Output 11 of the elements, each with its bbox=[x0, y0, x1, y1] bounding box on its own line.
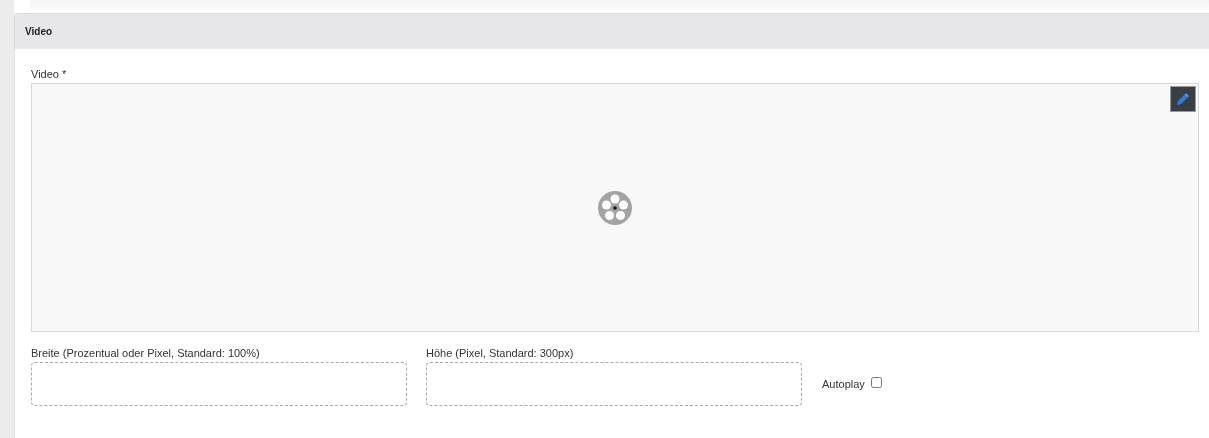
input-field[interactable] bbox=[31, 362, 407, 406]
autoplay-checkbox[interactable] bbox=[870, 377, 882, 388]
input-field[interactable] bbox=[426, 362, 802, 406]
edit-button[interactable] bbox=[1170, 86, 1196, 112]
pencil-icon bbox=[1174, 90, 1192, 108]
field-label: Höhe (Pixel, Standard: 300px) bbox=[426, 347, 575, 359]
panel-title: Video bbox=[15, 14, 1209, 49]
field-label: Video * bbox=[31, 68, 68, 80]
field-label: Breite (Prozentual oder Pixel, Standard: 100%) bbox=[31, 347, 261, 359]
film-reel-icon bbox=[597, 189, 633, 226]
checkbox-label: Autoplay bbox=[822, 378, 865, 390]
